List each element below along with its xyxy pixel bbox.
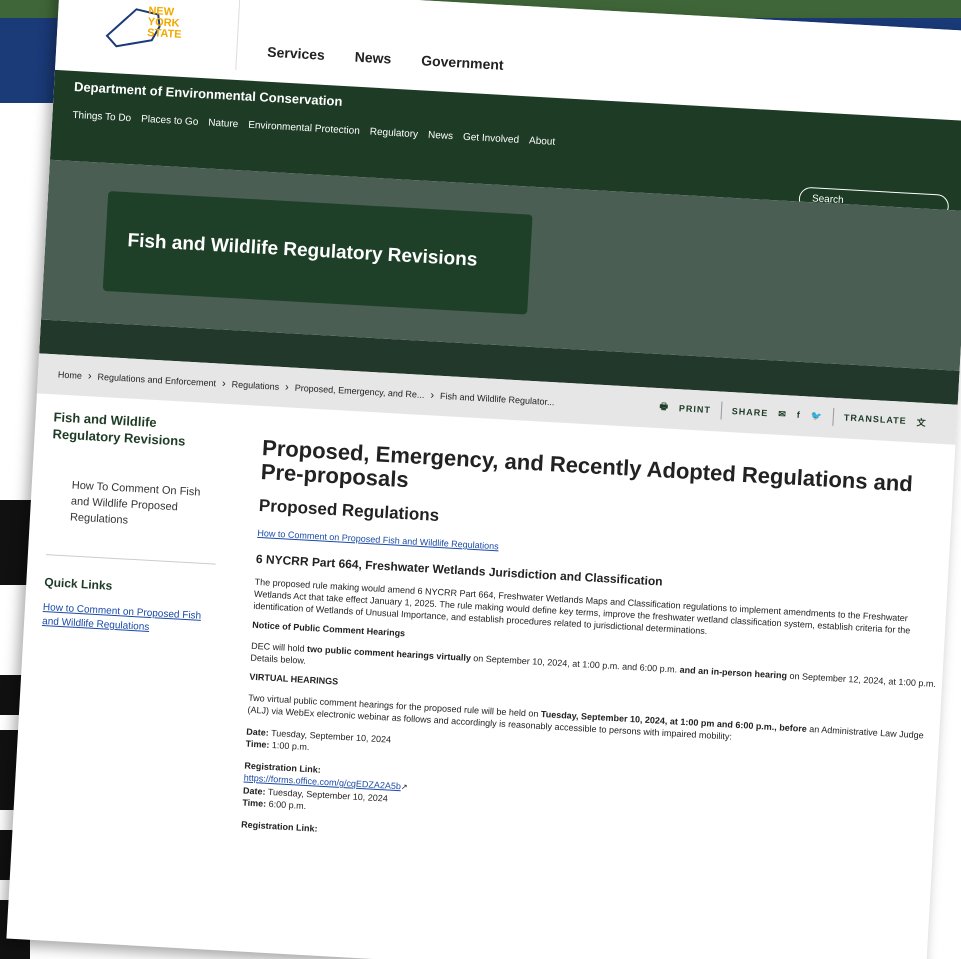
- nav-about[interactable]: About: [529, 135, 556, 147]
- nav-government[interactable]: Government: [421, 52, 504, 73]
- hero-title: Fish and Wildlife Regulatory Revisions: [102, 191, 533, 315]
- nav-agency-news[interactable]: News: [428, 130, 454, 142]
- nav-news[interactable]: News: [354, 49, 391, 67]
- facebook-icon[interactable]: f: [797, 410, 802, 420]
- state-nav: Services News Government: [267, 14, 506, 73]
- nav-nature[interactable]: Nature: [208, 118, 239, 131]
- nav-regulatory[interactable]: Regulatory: [369, 127, 418, 141]
- logo-word-state: STATE: [146, 26, 182, 41]
- breadcrumb-regulations-enforcement[interactable]: Regulations and Enforcement: [97, 372, 216, 389]
- page-tools: 🖶 PRINT SHARE ✉ f 🐦 TRANSLATE 文: [659, 398, 927, 431]
- content-area: Fish and Wildlife Regulatory Revisions H…: [13, 393, 955, 869]
- sidebar-quick-links-heading: Quick Links: [43, 575, 113, 593]
- sidebar: Fish and Wildlife Regulatory Revisions H…: [13, 393, 224, 828]
- breadcrumb-current: Fish and Wildlife Regulator...: [439, 390, 555, 408]
- chevron-right-icon: ›: [87, 370, 92, 383]
- sidebar-divider: [45, 554, 216, 565]
- tools-divider: [720, 401, 723, 420]
- sidebar-title[interactable]: Fish and Wildlife Regulatory Revisions: [52, 408, 224, 451]
- breadcrumb-home[interactable]: Home: [58, 370, 83, 381]
- twitter-icon[interactable]: 🐦: [810, 410, 824, 422]
- print-button[interactable]: PRINT: [679, 403, 712, 415]
- external-link-icon: ↗: [400, 782, 408, 792]
- main-content: Proposed, Emergency, and Recently Adopte…: [201, 404, 961, 870]
- agency-nav: Things To Do Places to Go Nature Environ…: [72, 110, 951, 170]
- nys-logo[interactable]: NEW YORK STATE: [96, 0, 209, 63]
- nav-things-to-do[interactable]: Things To Do: [72, 110, 131, 124]
- logo-divider: [235, 0, 241, 70]
- translate-icon[interactable]: 文: [916, 415, 927, 429]
- tools-divider: [832, 407, 835, 426]
- email-icon[interactable]: ✉: [778, 408, 787, 419]
- chevron-right-icon: ›: [430, 389, 435, 402]
- chevron-right-icon: ›: [284, 381, 290, 394]
- translate-button[interactable]: TRANSLATE: [844, 412, 907, 425]
- nav-services[interactable]: Services: [267, 44, 325, 63]
- sidebar-quick-link[interactable]: How to Comment on Proposed Fish and Wild…: [42, 601, 213, 638]
- nav-environmental-protection[interactable]: Environmental Protection: [248, 120, 360, 137]
- website-screenshot: NEW YORK STATE Services News Government …: [6, 0, 961, 959]
- nav-places-to-go[interactable]: Places to Go: [141, 114, 199, 128]
- share-label: SHARE: [731, 406, 769, 419]
- sidebar-item-how-to-comment[interactable]: How To Comment On Fish and Wildlife Prop…: [70, 477, 220, 533]
- print-icon[interactable]: 🖶: [659, 399, 669, 416]
- nav-get-involved[interactable]: Get Involved: [463, 132, 520, 146]
- chevron-right-icon: ›: [221, 377, 226, 390]
- breadcrumb-regulations[interactable]: Regulations: [231, 379, 279, 392]
- breadcrumb-proposed[interactable]: Proposed, Emergency, and Re...: [294, 383, 424, 400]
